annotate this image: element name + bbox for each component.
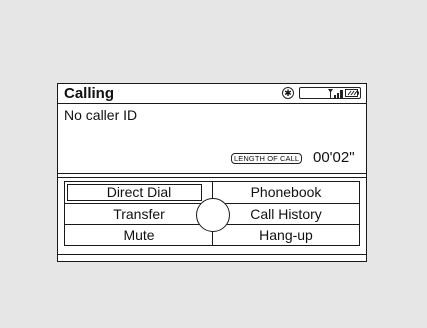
mute-button[interactable]: Mute: [65, 224, 213, 245]
call-duration-value: 00'02": [313, 149, 355, 166]
length-of-call-label: LENGTH OF CALL: [231, 153, 303, 164]
call-menu: Direct Dial Phonebook Transfer Call Hist…: [64, 181, 360, 246]
title-bar: Calling ✱: [58, 84, 366, 104]
status-indicators: [299, 87, 361, 99]
hang-up-label: Hang-up: [259, 227, 313, 243]
transfer-label: Transfer: [113, 206, 165, 222]
bluetooth-icon: ✱: [282, 87, 294, 99]
battery-icon: [345, 89, 359, 97]
divider: [58, 173, 366, 174]
hang-up-button[interactable]: Hang-up: [212, 224, 360, 245]
selector-knob-icon[interactable]: [196, 198, 230, 232]
phonebook-label: Phonebook: [250, 184, 322, 200]
divider: [58, 177, 366, 178]
direct-dial-button[interactable]: Direct Dial: [65, 182, 213, 203]
phonebook-button[interactable]: Phonebook: [212, 182, 360, 203]
caller-id-text: No caller ID: [64, 107, 138, 123]
direct-dial-label: Direct Dial: [106, 184, 172, 200]
mute-label: Mute: [123, 227, 155, 243]
phone-screen: Calling ✱ No caller ID LENGTH OF CALL 00…: [57, 83, 367, 262]
transfer-button[interactable]: Transfer: [65, 203, 213, 224]
call-history-button[interactable]: Call History: [212, 203, 360, 224]
divider: [58, 254, 366, 255]
call-history-label: Call History: [250, 206, 322, 222]
signal-strength-icon: [328, 89, 343, 98]
page-title: Calling: [64, 85, 115, 102]
